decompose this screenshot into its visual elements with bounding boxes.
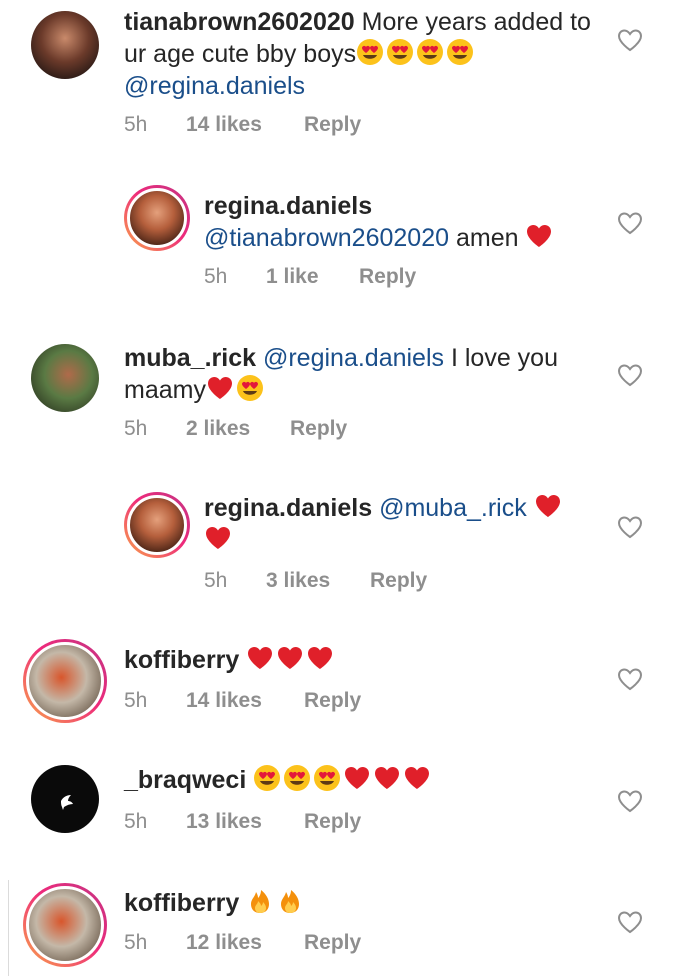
red-heart-emoji — [373, 764, 401, 792]
comment-body: koffiberry — [124, 887, 603, 919]
bird-logo-icon — [61, 795, 73, 810]
comment-time: 5h — [204, 265, 228, 288]
comment-body: muba_.rick @regina.daniels I love you ma… — [124, 342, 603, 406]
comment-time: 5h — [204, 569, 228, 592]
comment-likes[interactable]: 13 likes — [186, 810, 304, 834]
comment-time: 5h — [124, 113, 148, 136]
comment-time: 5h — [124, 931, 148, 954]
comment-username[interactable]: koffiberry — [124, 889, 239, 917]
heart-eyes-emoji — [446, 38, 474, 66]
comment-likes[interactable]: 3 likes — [266, 569, 370, 593]
red-heart-emoji — [306, 644, 334, 672]
comment-likes[interactable]: 2 likes — [186, 417, 290, 441]
comment-body: regina.daniels @muba_.rick — [204, 492, 603, 556]
comment-username[interactable]: regina.daniels — [204, 494, 372, 522]
reply-button[interactable]: Reply — [304, 689, 361, 713]
comment-item: koffiberry 5h 12 likes Reply — [0, 866, 683, 976]
comment-likes[interactable]: 1 like — [266, 265, 359, 289]
heart-outline-icon[interactable] — [617, 363, 643, 387]
red-heart-emoji — [534, 492, 562, 520]
comment-meta: 5h 14 likes Reply — [124, 689, 361, 713]
comment-body: koffiberry — [124, 644, 603, 676]
heart-eyes-emoji — [313, 764, 341, 792]
reply-button[interactable]: Reply — [370, 569, 427, 593]
heart-eyes-emoji — [386, 38, 414, 66]
red-heart-emoji — [246, 644, 274, 672]
comment-username[interactable]: koffiberry — [124, 646, 239, 674]
red-heart-emoji — [525, 222, 553, 250]
reply-item: regina.daniels @tianabrown2602020 amen 5… — [0, 160, 683, 310]
comment-time: 5h — [124, 689, 148, 712]
reply-item: regina.daniels @muba_.rick 5h 3 likes Re… — [0, 470, 683, 620]
fire-emoji — [246, 887, 274, 915]
comment-username[interactable]: regina.daniels — [204, 192, 372, 220]
reply-button[interactable]: Reply — [290, 417, 347, 441]
comment-meta: 5h 14 likes Reply — [124, 113, 361, 137]
avatar[interactable] — [31, 344, 99, 412]
avatar[interactable] — [23, 639, 107, 723]
heart-eyes-emoji — [283, 764, 311, 792]
comment-mention[interactable]: @tianabrown2602020 — [204, 224, 449, 252]
comment-body: tianabrown2602020 More years added to ur… — [124, 6, 603, 102]
comment-meta: 5h 2 likes Reply — [124, 417, 347, 441]
comment-item: koffiberry 5h 14 likes Reply — [0, 625, 683, 745]
scroll-edge — [0, 880, 9, 976]
comment-likes[interactable]: 12 likes — [186, 931, 304, 955]
heart-eyes-emoji — [253, 764, 281, 792]
heart-outline-icon[interactable] — [617, 28, 643, 52]
comment-mention[interactable]: @regina.daniels — [124, 72, 305, 100]
comment-likes[interactable]: 14 likes — [186, 689, 304, 713]
comment-text: amen — [455, 224, 519, 252]
avatar[interactable] — [23, 883, 107, 967]
reply-button[interactable]: Reply — [304, 113, 361, 137]
comment-item: tianabrown2602020 More years added to ur… — [0, 0, 683, 160]
heart-eyes-emoji — [236, 374, 264, 402]
heart-outline-icon[interactable] — [617, 667, 643, 691]
heart-outline-icon[interactable] — [617, 910, 643, 934]
reply-button[interactable]: Reply — [359, 265, 416, 289]
red-heart-emoji — [343, 764, 371, 792]
comment-body: regina.daniels @tianabrown2602020 amen — [204, 190, 603, 254]
avatar[interactable] — [124, 185, 190, 251]
heart-outline-icon[interactable] — [617, 211, 643, 235]
heart-eyes-emoji — [416, 38, 444, 66]
comment-body: _braqweci — [124, 764, 603, 796]
comment-meta: 5h 1 like Reply — [204, 265, 416, 289]
comment-meta: 5h 3 likes Reply — [204, 569, 427, 593]
avatar[interactable] — [31, 765, 99, 833]
red-heart-emoji — [204, 524, 232, 552]
comment-username[interactable]: _braqweci — [124, 766, 246, 794]
comment-mention[interactable]: @regina.daniels — [263, 344, 444, 372]
heart-outline-icon[interactable] — [617, 515, 643, 539]
fire-emoji — [276, 887, 304, 915]
reply-button[interactable]: Reply — [304, 931, 361, 955]
red-heart-emoji — [403, 764, 431, 792]
comment-time: 5h — [124, 417, 148, 440]
heart-outline-icon[interactable] — [617, 789, 643, 813]
comment-username[interactable]: muba_.rick — [124, 344, 256, 372]
avatar[interactable] — [124, 492, 190, 558]
avatar[interactable] — [31, 11, 99, 79]
comment-meta: 5h 12 likes Reply — [124, 931, 361, 955]
red-heart-emoji — [276, 644, 304, 672]
reply-button[interactable]: Reply — [304, 810, 361, 834]
comment-item: muba_.rick @regina.daniels I love you ma… — [0, 320, 683, 470]
heart-eyes-emoji — [356, 38, 384, 66]
comment-meta: 5h 13 likes Reply — [124, 810, 361, 834]
comment-time: 5h — [124, 810, 148, 833]
red-heart-emoji — [206, 374, 234, 402]
comment-item: _braqweci 5h 13 likes Reply — [0, 745, 683, 865]
comment-mention[interactable]: @muba_.rick — [379, 494, 527, 522]
comment-username[interactable]: tianabrown2602020 — [124, 8, 355, 36]
comment-likes[interactable]: 14 likes — [186, 113, 304, 137]
